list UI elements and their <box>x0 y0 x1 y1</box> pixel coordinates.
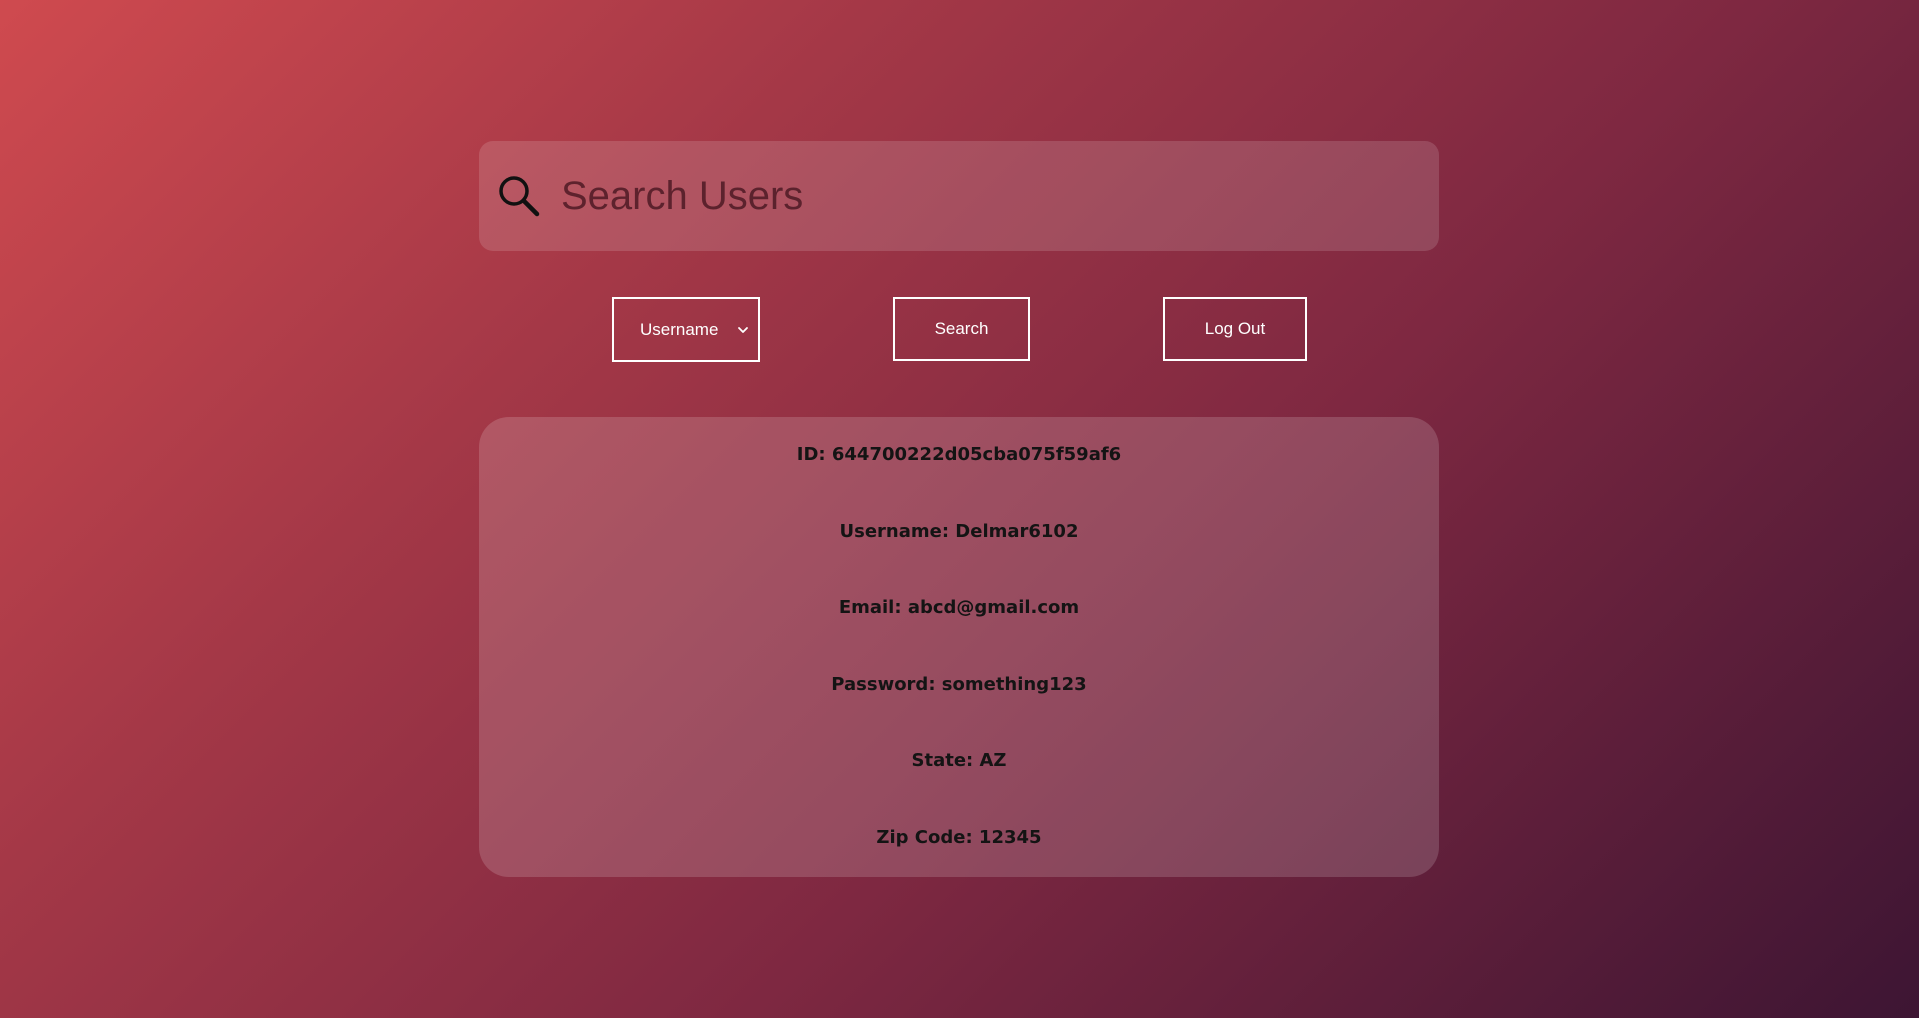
logout-button[interactable]: Log Out <box>1163 297 1307 361</box>
filter-select-value: Username <box>640 319 719 339</box>
user-state: State: AZ <box>911 750 1007 771</box>
chevron-down-icon <box>736 322 750 336</box>
search-bar <box>479 141 1439 251</box>
user-username: Username: Delmar6102 <box>839 521 1079 542</box>
search-input[interactable] <box>559 165 1383 227</box>
search-icon[interactable] <box>497 174 541 218</box>
user-id: ID: 644700222d05cba075f59af6 <box>796 444 1122 465</box>
user-result-card: ID: 644700222d05cba075f59af6 Username: D… <box>479 417 1439 877</box>
user-password: Password: something123 <box>831 674 1087 695</box>
search-button[interactable]: Search <box>893 297 1030 361</box>
user-zip: Zip Code: 12345 <box>876 827 1042 848</box>
filter-select[interactable]: Username <box>612 297 760 362</box>
user-email: Email: abcd@gmail.com <box>838 597 1080 618</box>
